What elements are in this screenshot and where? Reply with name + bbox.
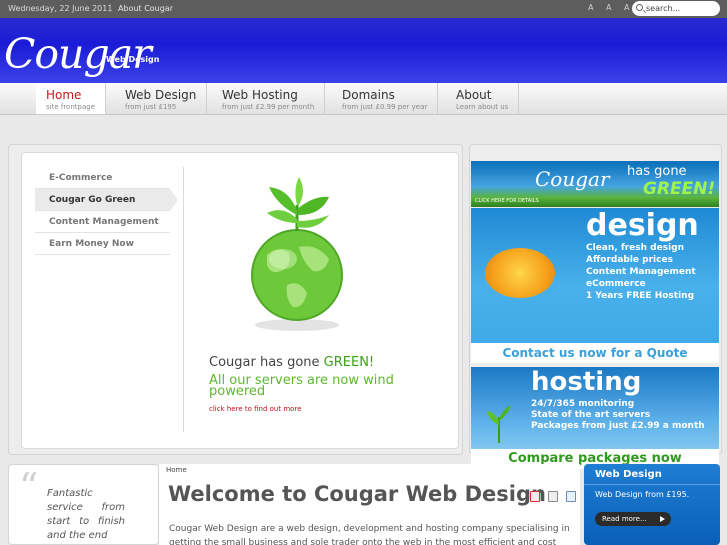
font-size-controls[interactable]: A A A [588,3,635,12]
about-cougar-link[interactable]: About Cougar [118,4,173,13]
quote-mark-icon: “ [19,465,39,509]
top-bar: Wednesday, 22 June 2011 | About Cougar A… [0,0,727,18]
divider [584,484,720,485]
search-icon [636,4,643,11]
testimonial-text: Fantastic service from start to finish a… [47,488,125,541]
search-placeholder: search... [646,4,681,13]
hosting-features: 24/7/365 monitoring State of the art ser… [531,399,705,432]
read-more-label: Read more... [602,515,647,523]
slide-title-prefix: Cougar has gone [209,355,324,370]
banner-has-gone: has gone [627,164,687,179]
banner-green-text: GREEN! [643,179,716,199]
design-headline: design [586,208,699,243]
green-globe-image [251,177,343,331]
nav-sublabel: site frontpage [46,103,96,111]
orange-splash-image [485,248,555,298]
breadcrumb[interactable]: Home [166,466,187,474]
go-green-banner[interactable]: Cougar has gone GREEN! CLICK HERE FOR DE… [471,161,719,207]
divider [183,167,184,432]
current-date: Wednesday, 22 June 2011 [8,4,113,13]
design-feature: eCommerce [586,279,646,289]
arrow-right-icon [660,516,665,522]
main-content: Home Welcome to Cougar Web Design Cougar… [159,464,580,545]
nav-item-home[interactable]: Home site frontpage [36,83,107,114]
nav-item-about[interactable]: About Learn about us [446,83,520,114]
nav-label: About [456,88,492,102]
nav-sublabel: Learn about us [456,103,509,111]
tab-content-management[interactable]: Content Management [35,211,170,233]
tab-cougar-go-green[interactable]: Cougar Go Green [35,189,178,211]
hosting-feature: Packages from just £2.99 a month [531,421,705,431]
hosting-feature: 24/7/365 monitoring [531,399,635,409]
article-tools [530,487,579,506]
logo-tagline: Web Design [106,55,160,64]
design-banner[interactable]: design Clean, fresh design Affordable pr… [471,208,719,363]
plant-icon [487,405,511,443]
slide-title-highlight: GREEN! [323,355,375,370]
feature-slider: E-Commerce Cougar Go Green Content Manag… [8,144,463,455]
web-design-title: Web Design [595,469,662,480]
nav-label: Home [46,88,82,102]
banner-brand: Cougar [535,167,610,191]
nav-sublabel: from just £0.99 per year [342,103,428,111]
read-more-button[interactable]: Read more... [595,512,671,526]
nav-label: Web Design [125,88,197,102]
nav-sublabel: from just £195 [125,103,177,111]
hosting-headline: hosting [531,367,642,397]
web-design-box: Web Design Web Design from £195. Read mo… [584,464,720,545]
slider-inner: E-Commerce Cougar Go Green Content Manag… [21,152,459,449]
design-feature: Content Management [586,267,696,277]
tab-earn-money-now[interactable]: Earn Money Now [35,233,170,255]
find-out-more-link[interactable]: click here to find out more [209,405,301,413]
nav-item-web-hosting[interactable]: Web Hosting from just £2.99 per month [212,83,326,114]
slide-title: Cougar has gone GREEN! [209,355,374,370]
web-design-text: Web Design from £195. [595,490,690,499]
nav-sublabel: from just £2.99 per month [222,103,315,111]
testimonial-box: “ Fantastic service from start to finish… [8,464,159,545]
hosting-banner[interactable]: hosting 24/7/365 monitoring State of the… [471,367,719,469]
nav-item-web-design[interactable]: Web Design from just £195 [115,83,208,114]
separator: | [109,3,112,12]
pdf-icon[interactable] [530,491,540,502]
page-title: Welcome to Cougar Web Design [168,482,546,506]
design-feature: 1 Years FREE Hosting [586,291,695,301]
promo-column: Cougar has gone GREEN! CLICK HERE FOR DE… [469,144,722,469]
nav-label: Web Hosting [222,88,298,102]
nav-item-domains[interactable]: Domains from just £0.99 per year [332,83,439,114]
site-header: Cougar Web Design [0,18,727,83]
nav-label: Domains [342,88,395,102]
tab-e-commerce[interactable]: E-Commerce [35,167,170,189]
print-icon[interactable] [548,491,559,502]
design-features: Clean, fresh design Affordable prices Co… [586,242,696,302]
design-feature: Affordable prices [586,255,673,265]
email-icon[interactable] [566,491,577,502]
slider-tabs: E-Commerce Cougar Go Green Content Manag… [35,167,178,255]
slide-subtitle: All our servers are now wind powered [209,373,394,399]
main-nav: Home site frontpage Web Design from just… [0,83,727,115]
hosting-feature: State of the art servers [531,410,651,420]
intro-paragraph: Cougar Web Design are a web design, deve… [169,524,570,545]
design-feature: Clean, fresh design [586,243,685,253]
logo[interactable]: Cougar [4,30,152,78]
contact-quote-link[interactable]: Contact us now for a Quote [471,343,719,363]
banner-details: CLICK HERE FOR DETAILS [475,198,539,204]
search-input[interactable]: search... [632,1,720,16]
